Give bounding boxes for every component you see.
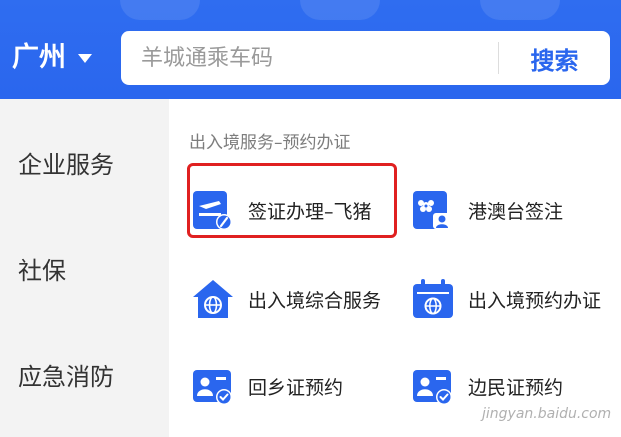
watermark: jingyan.baidu.com [482, 406, 612, 422]
service-hk-macau-taiwan-endorsement[interactable]: 港澳台签注 [412, 189, 563, 231]
caret-down-icon [78, 53, 92, 63]
flower-id-icon [412, 189, 454, 231]
city-selector[interactable]: 广州 [12, 40, 92, 76]
service-label: 出入境综合服务 [248, 289, 382, 312]
sidebar: 企业服务 社保 应急消防 [0, 99, 169, 437]
service-home-return-permit[interactable]: 回乡证预约 [192, 365, 343, 407]
section-title: 出入境服务–预约办证 [189, 133, 351, 153]
service-label: 边民证预约 [468, 376, 564, 399]
service-label: 回乡证预约 [248, 376, 344, 399]
sidebar-item-enterprise-services[interactable]: 企业服务 [18, 145, 114, 180]
service-exit-entry-appointment[interactable]: 出入境预约办证 [412, 278, 601, 320]
search-button[interactable]: 搜索 [499, 31, 610, 85]
sidebar-item-social-security[interactable]: 社保 [18, 251, 66, 286]
search-input[interactable] [121, 31, 496, 85]
sidebar-item-emergency-fire[interactable]: 应急消防 [18, 357, 114, 392]
service-label: 港澳台签注 [468, 200, 564, 223]
search-box: 搜索 [121, 31, 610, 85]
service-label: 签证办理–飞猪 [248, 200, 372, 223]
header-decoration [120, 0, 200, 20]
header-bar: 广州 搜索 [0, 0, 621, 99]
service-visa-fliggy[interactable]: 签证办理–飞猪 [192, 189, 372, 231]
header-decoration [480, 0, 560, 20]
city-label: 广州 [12, 42, 66, 73]
header-decoration [300, 0, 380, 20]
service-exit-entry-comprehensive[interactable]: 出入境综合服务 [192, 278, 381, 320]
airplane-pen-icon [192, 189, 234, 231]
service-label: 出入境预约办证 [468, 289, 602, 312]
id-card-check-icon [412, 365, 454, 407]
service-border-resident-permit[interactable]: 边民证预约 [412, 365, 563, 407]
id-card-check-icon [192, 365, 234, 407]
calendar-globe-icon [412, 278, 454, 320]
house-globe-icon [192, 278, 234, 320]
